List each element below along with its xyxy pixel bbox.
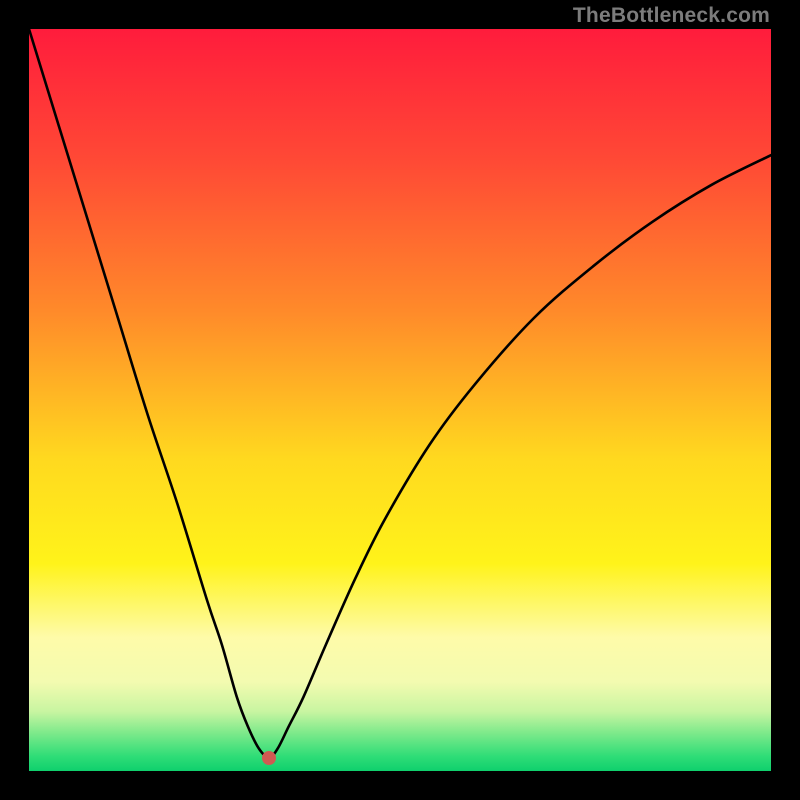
watermark-text: TheBottleneck.com [573,4,770,28]
background-gradient [29,29,771,771]
chart-stage: TheBottleneck.com [0,0,800,800]
plot-area [29,29,771,771]
